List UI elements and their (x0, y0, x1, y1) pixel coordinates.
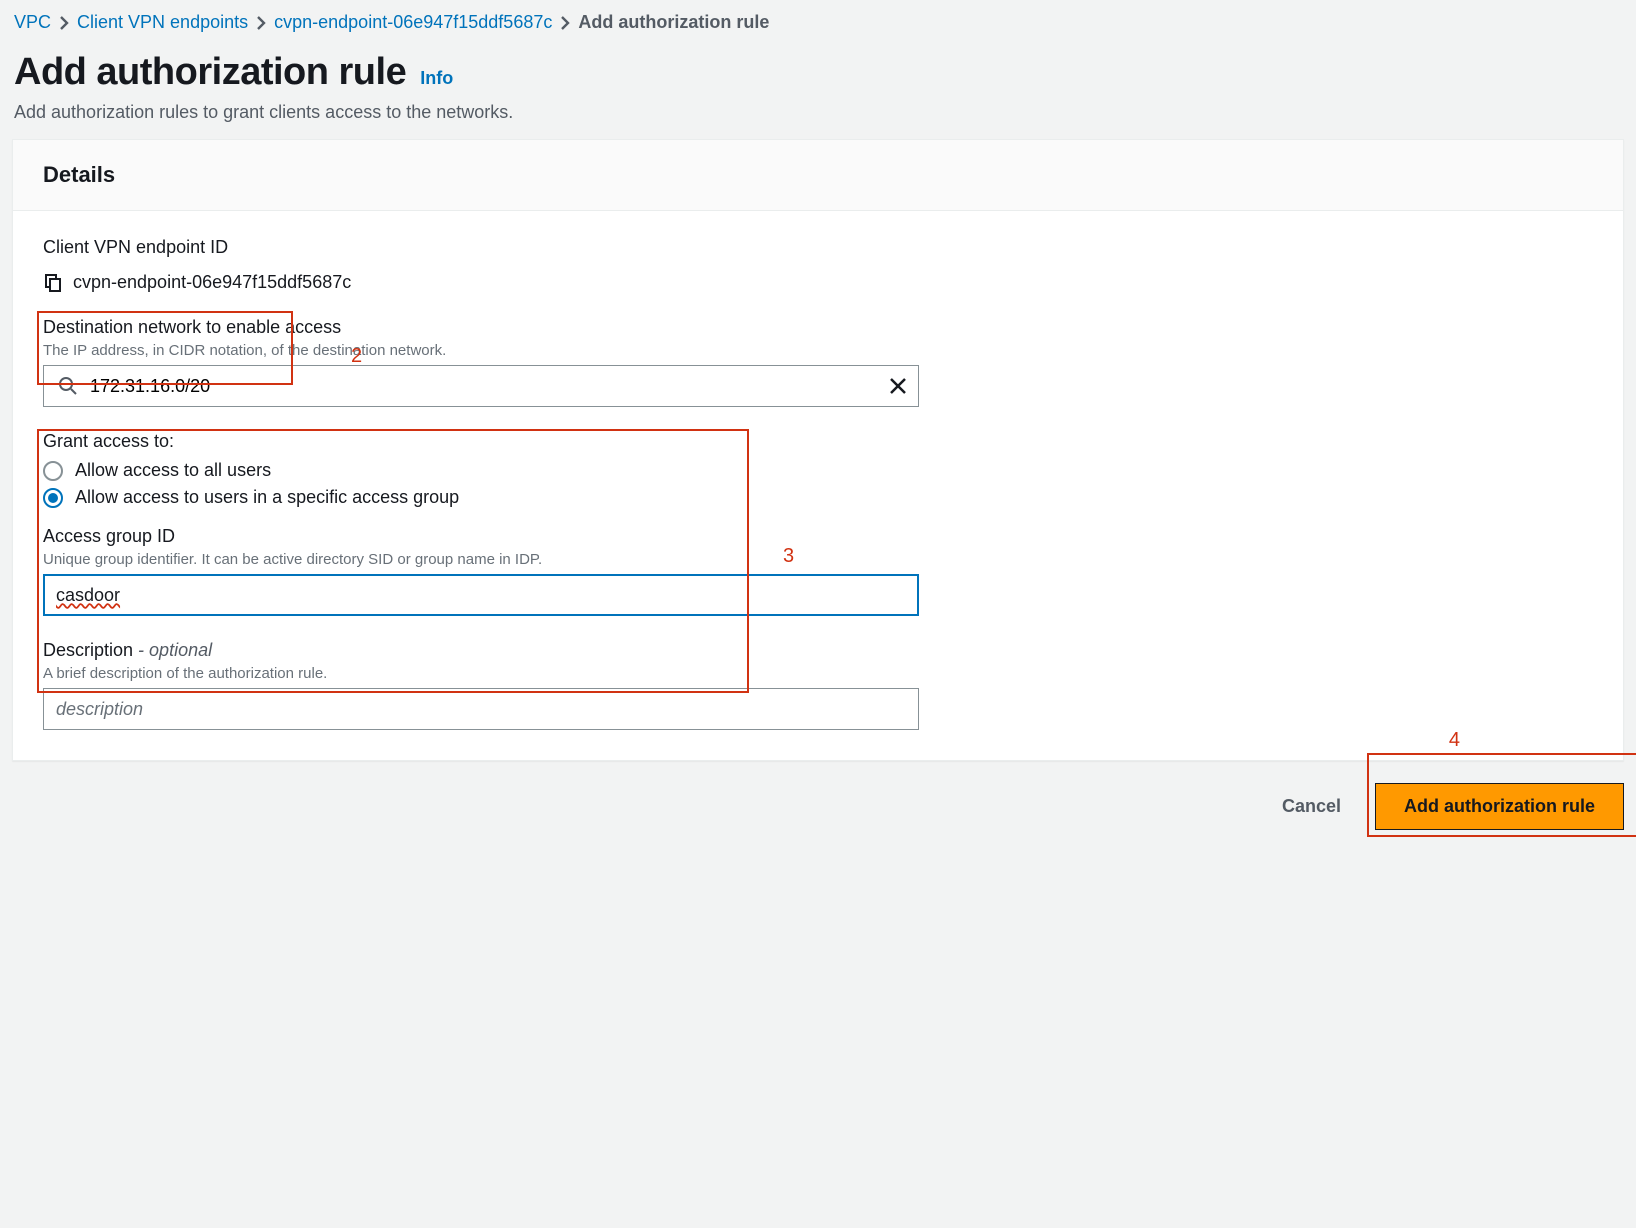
grant-label: Grant access to: (43, 431, 1593, 452)
endpoint-id-label: Client VPN endpoint ID (43, 237, 1593, 258)
cancel-button[interactable]: Cancel (1268, 786, 1355, 827)
breadcrumb: VPC Client VPN endpoints cvpn-endpoint-0… (12, 12, 1624, 33)
description-help: A brief description of the authorization… (43, 665, 1593, 682)
info-link[interactable]: Info (420, 68, 453, 89)
radio-specific-group[interactable] (43, 488, 63, 508)
radio-specific-group-label: Allow access to users in a specific acce… (75, 487, 459, 508)
clear-icon[interactable] (888, 376, 908, 396)
access-group-input[interactable]: casdoor (56, 585, 120, 606)
search-icon (58, 376, 78, 396)
access-group-input-wrap[interactable]: casdoor (43, 574, 919, 616)
destination-help: The IP address, in CIDR notation, of the… (43, 342, 1593, 359)
radio-all-users[interactable] (43, 461, 63, 481)
breadcrumb-current: Add authorization rule (578, 12, 769, 33)
chevron-right-icon (560, 16, 570, 30)
breadcrumb-endpoint-id[interactable]: cvpn-endpoint-06e947f15ddf5687c (274, 12, 552, 33)
chevron-right-icon (256, 16, 266, 30)
panel-title: Details (13, 140, 1623, 211)
copy-icon[interactable] (43, 273, 63, 293)
description-label: Description - optional (43, 640, 1593, 661)
destination-input-wrap[interactable] (43, 365, 919, 407)
chevron-right-icon (59, 16, 69, 30)
destination-label: Destination network to enable access (43, 317, 1593, 338)
destination-input[interactable] (78, 366, 888, 406)
access-group-help: Unique group identifier. It can be activ… (43, 551, 1593, 568)
radio-all-users-label: Allow access to all users (75, 460, 271, 481)
access-group-label: Access group ID (43, 526, 1593, 547)
page-title: Add authorization rule (14, 51, 406, 94)
add-rule-button[interactable]: Add authorization rule (1375, 783, 1624, 830)
breadcrumb-endpoints[interactable]: Client VPN endpoints (77, 12, 248, 33)
breadcrumb-vpc[interactable]: VPC (14, 12, 51, 33)
page-subtitle: Add authorization rules to grant clients… (14, 102, 1624, 123)
endpoint-id-value: cvpn-endpoint-06e947f15ddf5687c (73, 272, 351, 293)
details-panel: Details Client VPN endpoint ID cvpn-endp… (12, 139, 1624, 761)
description-input[interactable] (43, 688, 919, 730)
